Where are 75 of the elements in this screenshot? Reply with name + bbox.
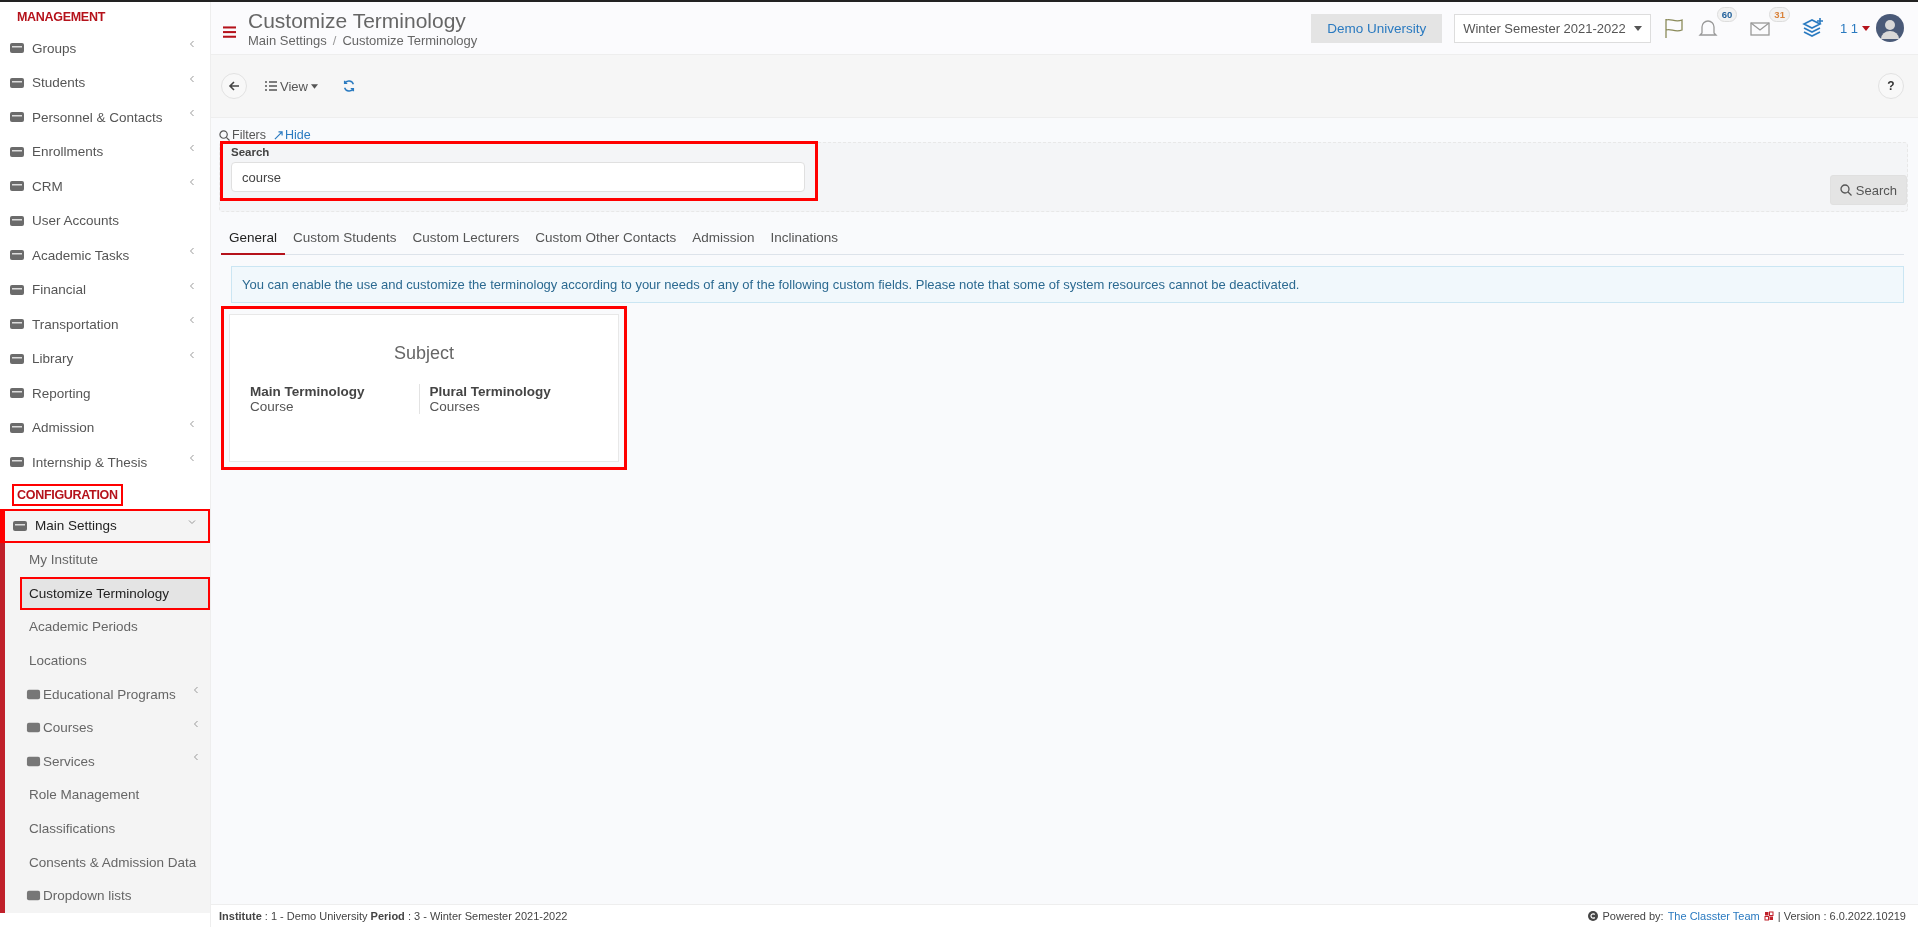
sidebar-item[interactable]: Academic Tasks	[0, 238, 210, 273]
tab[interactable]: Inclinations	[762, 222, 847, 255]
footer-info: Institute : 1 - Demo University Period : 3 - Winter Semester 2021-2022	[219, 910, 568, 922]
search-icon	[219, 129, 230, 141]
sidebar-item[interactable]: Reporting	[0, 376, 210, 411]
section-title: MANAGEMENT	[16, 9, 107, 26]
view-button[interactable]: View	[257, 78, 326, 94]
menu-icon[interactable]	[223, 26, 236, 38]
submenu-item[interactable]: My Institute	[20, 543, 210, 577]
caret-down-icon	[310, 83, 318, 89]
search-button[interactable]: Search	[1829, 175, 1907, 205]
sidebar-item[interactable]: CRM	[0, 169, 210, 204]
submenu-item[interactable]: Educational Programs	[20, 677, 210, 711]
sidebar-item[interactable]: Students	[0, 65, 210, 100]
sidebar-item[interactable]: Enrollments	[0, 134, 210, 169]
list-icon	[265, 81, 277, 91]
help-button[interactable]: ?	[1878, 73, 1904, 99]
tab[interactable]: Admission	[684, 222, 763, 255]
submenu-item[interactable]: Customize Terminology	[20, 576, 210, 611]
sidebar-item[interactable]: Financial	[0, 272, 210, 307]
version-text: | Version : 6.0.2022.10219	[1777, 910, 1906, 922]
sidebar-item[interactable]: User Accounts	[0, 203, 210, 238]
submenu-item[interactable]: Role Management	[20, 778, 210, 812]
submenu-item[interactable]: Consents & Admission Data	[20, 845, 210, 879]
sidebar-item[interactable]: Main Settings	[0, 508, 210, 543]
message-count: 31	[1769, 7, 1790, 22]
sidebar-item[interactable]: Library	[0, 341, 210, 376]
submenu-item[interactable]: Courses	[20, 710, 210, 745]
submenu-item[interactable]: Academic Periods	[20, 610, 210, 644]
bell-icon[interactable]	[1696, 17, 1719, 39]
tab[interactable]: General	[221, 222, 286, 255]
submenu-item[interactable]: Dropdown lists	[20, 878, 210, 913]
caret-down-icon[interactable]	[1862, 25, 1870, 31]
notification-count: 60	[1716, 7, 1738, 22]
submenu-item[interactable]: Services	[20, 744, 210, 779]
sidebar-item[interactable]: Groups	[0, 31, 210, 66]
search-field[interactable]: course	[231, 162, 805, 192]
back-button[interactable]	[221, 73, 247, 99]
submenu-item[interactable]: Locations	[20, 643, 210, 678]
breadcrumb-item[interactable]: Customize Terminology	[342, 32, 478, 48]
user-name[interactable]: 1 1	[1839, 20, 1858, 36]
layers-plus-icon[interactable]	[1801, 17, 1824, 39]
tab[interactable]: Custom Students	[285, 222, 405, 255]
field-label: Plural Terminology	[429, 384, 552, 399]
institution-button[interactable]: Demo University	[1311, 13, 1443, 43]
sidebar-item[interactable]: Admission	[0, 410, 210, 445]
submenu-item[interactable]: Classifications	[20, 811, 210, 846]
sidebar-item[interactable]: Transportation	[0, 307, 210, 342]
field-value: Course	[250, 399, 295, 414]
filters-label: Filters	[219, 128, 267, 142]
search-icon	[1839, 184, 1852, 196]
page-title: Customize Terminology	[248, 8, 467, 33]
breadcrumb-item[interactable]: Main Settings	[248, 32, 327, 48]
hide-link[interactable]: Hide	[274, 128, 311, 142]
field-label: Main Terminology	[250, 384, 366, 399]
powered-by-text: Powered by:	[1602, 910, 1664, 922]
period-select[interactable]: Winter Semester 2021-2022	[1454, 13, 1651, 43]
caret-down-icon	[1633, 25, 1642, 31]
copyright-icon	[1588, 911, 1599, 921]
logo-icon	[1763, 911, 1774, 921]
tab[interactable]: Custom Other Contacts	[527, 222, 685, 255]
sidebar-item[interactable]: Personnel & Contacts	[0, 100, 210, 135]
breadcrumb-separator: /	[332, 32, 337, 48]
section-title: CONFIGURATION	[12, 483, 123, 506]
tab[interactable]: Custom Lecturers	[404, 222, 528, 255]
avatar-icon[interactable]	[1876, 14, 1904, 42]
card-title: Subject	[392, 343, 455, 364]
team-link[interactable]: The Classter Team	[1667, 910, 1760, 922]
flag-icon[interactable]	[1662, 17, 1685, 39]
arrow-left-icon	[228, 80, 240, 92]
sidebar-item[interactable]: Internship & Thesis	[0, 445, 210, 480]
field-value: Courses	[429, 399, 481, 414]
info-message: You can enable the use and customize the terminology according to your needs of any of the following custom fields. Please note that some of system resources cannot be deactivated.	[231, 266, 1904, 303]
search-label: Search	[231, 146, 271, 158]
refresh-icon[interactable]	[341, 79, 356, 93]
